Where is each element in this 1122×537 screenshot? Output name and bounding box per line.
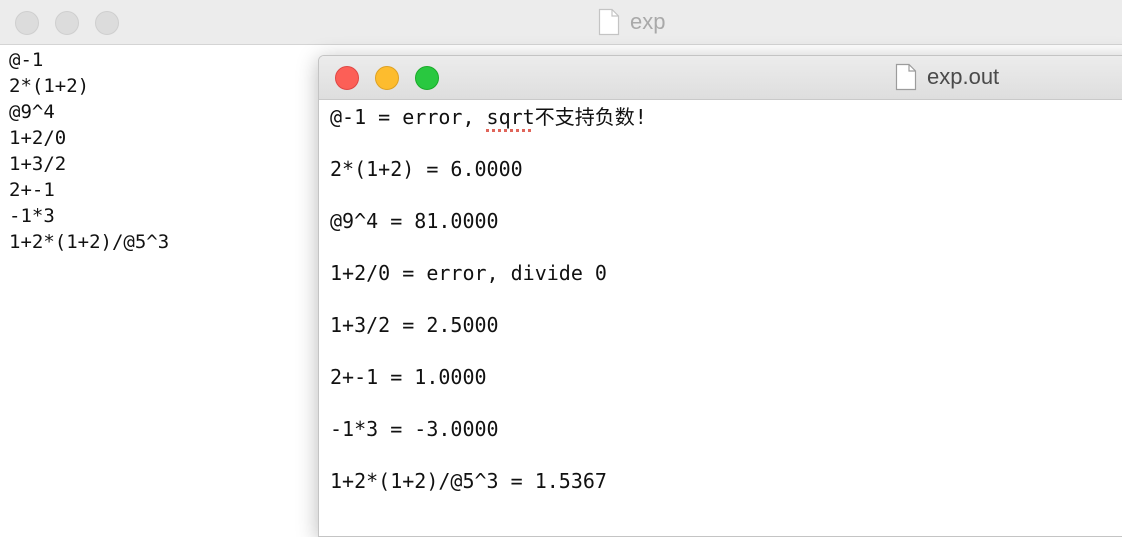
minimize-button[interactable] — [55, 11, 79, 35]
minimize-button[interactable] — [375, 66, 399, 90]
maximize-button[interactable] — [415, 66, 439, 90]
text-line: 1+2/0 — [9, 127, 67, 149]
titlebar: exp.out — [319, 56, 1122, 100]
window-title-group: exp — [598, 8, 665, 36]
text-line: -1*3 = -3.0000 — [330, 417, 499, 441]
text-segment: 不支持负数! — [534, 105, 647, 129]
titlebar: exp — [0, 0, 1122, 45]
text-line: 2*(1+2) = 6.0000 — [330, 157, 523, 181]
text-line: 1+2*(1+2)/@5^3 = 1.5367 — [330, 469, 607, 493]
text-line: @9^4 — [9, 101, 55, 123]
window-exp-out: exp.out @-1 = error, sqrt不支持负数! 2*(1+2) … — [318, 55, 1122, 537]
text-line: 2+-1 — [9, 179, 55, 201]
text-line: 1+3/2 = 2.5000 — [330, 313, 499, 337]
misspelled-word[interactable]: sqrt — [487, 105, 535, 129]
close-button[interactable] — [15, 11, 39, 35]
editor-text[interactable]: @-1 2*(1+2) @9^4 1+2/0 1+3/2 2+-1 -1*3 1… — [9, 47, 169, 255]
text-line: 1+2*(1+2)/@5^3 — [9, 231, 170, 253]
text-line: @9^4 = 81.0000 — [330, 209, 499, 233]
text-line: @-1 = error, sqrt不支持负数! — [330, 104, 647, 156]
document-icon — [895, 63, 917, 91]
window-title-group: exp.out — [895, 63, 999, 91]
text-line: 2*(1+2) — [9, 75, 90, 97]
maximize-button[interactable] — [95, 11, 119, 35]
text-line: 2+-1 = 1.0000 — [330, 365, 487, 389]
window-title: exp — [630, 9, 666, 34]
document-icon — [598, 8, 620, 36]
editor-text[interactable]: @-1 = error, sqrt不支持负数! 2*(1+2) = 6.0000… — [330, 104, 647, 520]
text-segment: @-1 = error, — [330, 105, 487, 129]
window-title: exp.out — [927, 64, 1000, 89]
text-line: 1+3/2 — [9, 153, 67, 175]
text-line: -1*3 — [9, 205, 55, 227]
text-line: @-1 — [9, 49, 44, 71]
text-line: 1+2/0 = error, divide 0 — [330, 261, 607, 285]
close-button[interactable] — [335, 66, 359, 90]
